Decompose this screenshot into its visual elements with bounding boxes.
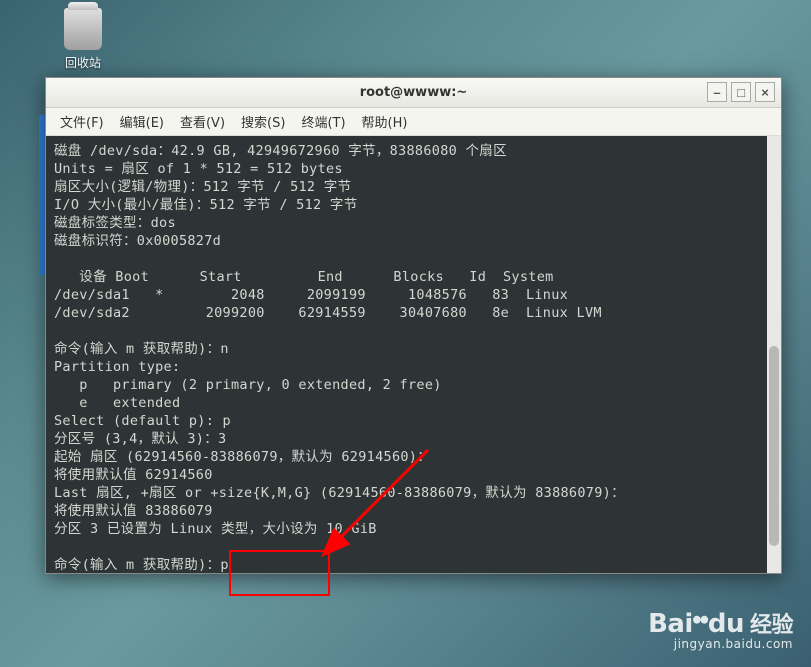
menu-file[interactable]: 文件(F)	[52, 108, 112, 135]
trash-icon	[64, 8, 102, 50]
terminal-body[interactable]: 磁盘 /dev/sda：42.9 GB, 42949672960 字节，8388…	[46, 136, 781, 573]
scrollbar-thumb[interactable]	[769, 346, 779, 546]
minimize-button[interactable]: –	[707, 82, 727, 102]
trash-label: 回收站	[58, 54, 108, 71]
close-button[interactable]: ×	[755, 82, 775, 102]
menu-view[interactable]: 查看(V)	[172, 108, 233, 135]
menubar: 文件(F) 编辑(E) 查看(V) 搜索(S) 终端(T) 帮助(H)	[46, 108, 781, 136]
menu-search[interactable]: 搜索(S)	[233, 108, 293, 135]
watermark: Bai⦁⦁du经验 jingyan.baidu.com	[648, 607, 793, 651]
window-title: root@wwww:~	[360, 85, 468, 100]
menu-terminal[interactable]: 终端(T)	[293, 108, 353, 135]
maximize-button[interactable]: □	[731, 82, 751, 102]
desktop-trash[interactable]: 回收站	[58, 8, 108, 71]
watermark-url: jingyan.baidu.com	[648, 637, 793, 651]
paw-icon: ⦁⦁	[693, 609, 708, 628]
window-controls: – □ ×	[707, 82, 775, 102]
terminal-window: root@wwww:~ – □ × 文件(F) 编辑(E) 查看(V) 搜索(S…	[45, 77, 782, 574]
menu-edit[interactable]: 编辑(E)	[112, 108, 172, 135]
watermark-logo: Bai⦁⦁du经验	[648, 607, 793, 639]
menu-help[interactable]: 帮助(H)	[354, 108, 416, 135]
scrollbar[interactable]	[767, 136, 781, 573]
window-titlebar[interactable]: root@wwww:~ – □ ×	[46, 78, 781, 108]
